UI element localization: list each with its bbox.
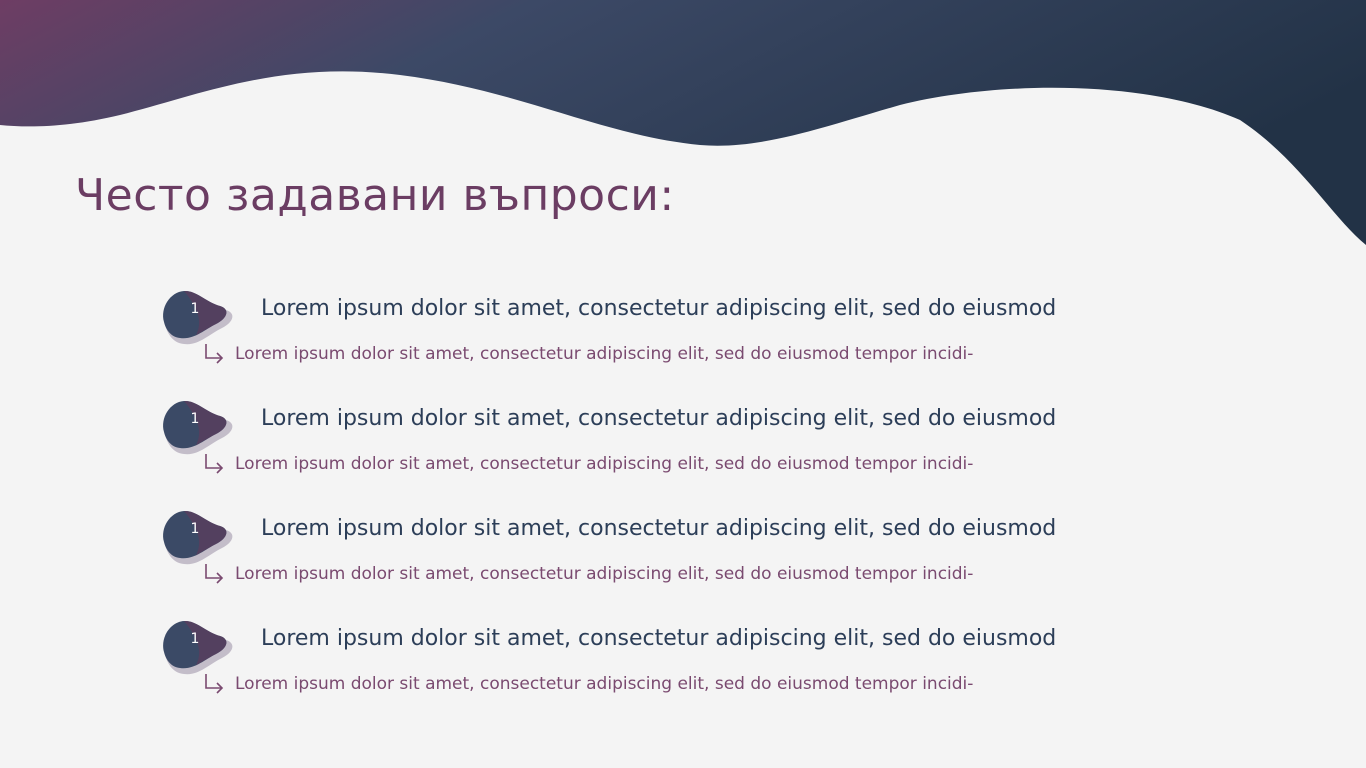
arrow-turn-right-icon — [205, 564, 224, 584]
blob-shape-icon — [163, 620, 233, 675]
faq-item: 1 Lorem ipsum dolor sit amet, consectetu… — [158, 288, 1158, 378]
answer-text: Lorem ipsum dolor sit amet, consectetur … — [235, 564, 974, 584]
faq-item: 1 Lorem ipsum dolor sit amet, consectetu… — [158, 508, 1158, 598]
number-badge: 1 — [158, 618, 238, 680]
arrow-turn-right-icon — [205, 344, 224, 364]
arrow-turn-right-icon — [205, 454, 224, 474]
question-text: Lorem ipsum dolor sit amet, consectetur … — [261, 516, 1057, 541]
number-badge: 1 — [158, 288, 238, 350]
number-badge: 1 — [158, 398, 238, 460]
item-number: 1 — [190, 631, 200, 647]
question-text: Lorem ipsum dolor sit amet, consectetur … — [261, 626, 1057, 651]
item-number: 1 — [190, 301, 200, 317]
question-text: Lorem ipsum dolor sit amet, consectetur … — [261, 406, 1057, 431]
answer-text: Lorem ipsum dolor sit amet, consectetur … — [235, 344, 974, 364]
faq-list: 1 Lorem ipsum dolor sit amet, consectetu… — [0, 0, 1366, 768]
blob-shape-icon — [163, 510, 233, 565]
item-number: 1 — [190, 411, 200, 427]
question-text: Lorem ipsum dolor sit amet, consectetur … — [261, 296, 1057, 321]
blob-shape-icon — [163, 290, 233, 345]
faq-item: 1 Lorem ipsum dolor sit amet, consectetu… — [158, 398, 1158, 488]
number-badge: 1 — [158, 508, 238, 570]
blob-shape-icon — [163, 400, 233, 455]
faq-item: 1 Lorem ipsum dolor sit amet, consectetu… — [158, 618, 1158, 708]
answer-text: Lorem ipsum dolor sit amet, consectetur … — [235, 454, 974, 474]
arrow-turn-right-icon — [205, 674, 224, 694]
answer-text: Lorem ipsum dolor sit amet, consectetur … — [235, 674, 974, 694]
item-number: 1 — [190, 521, 200, 537]
